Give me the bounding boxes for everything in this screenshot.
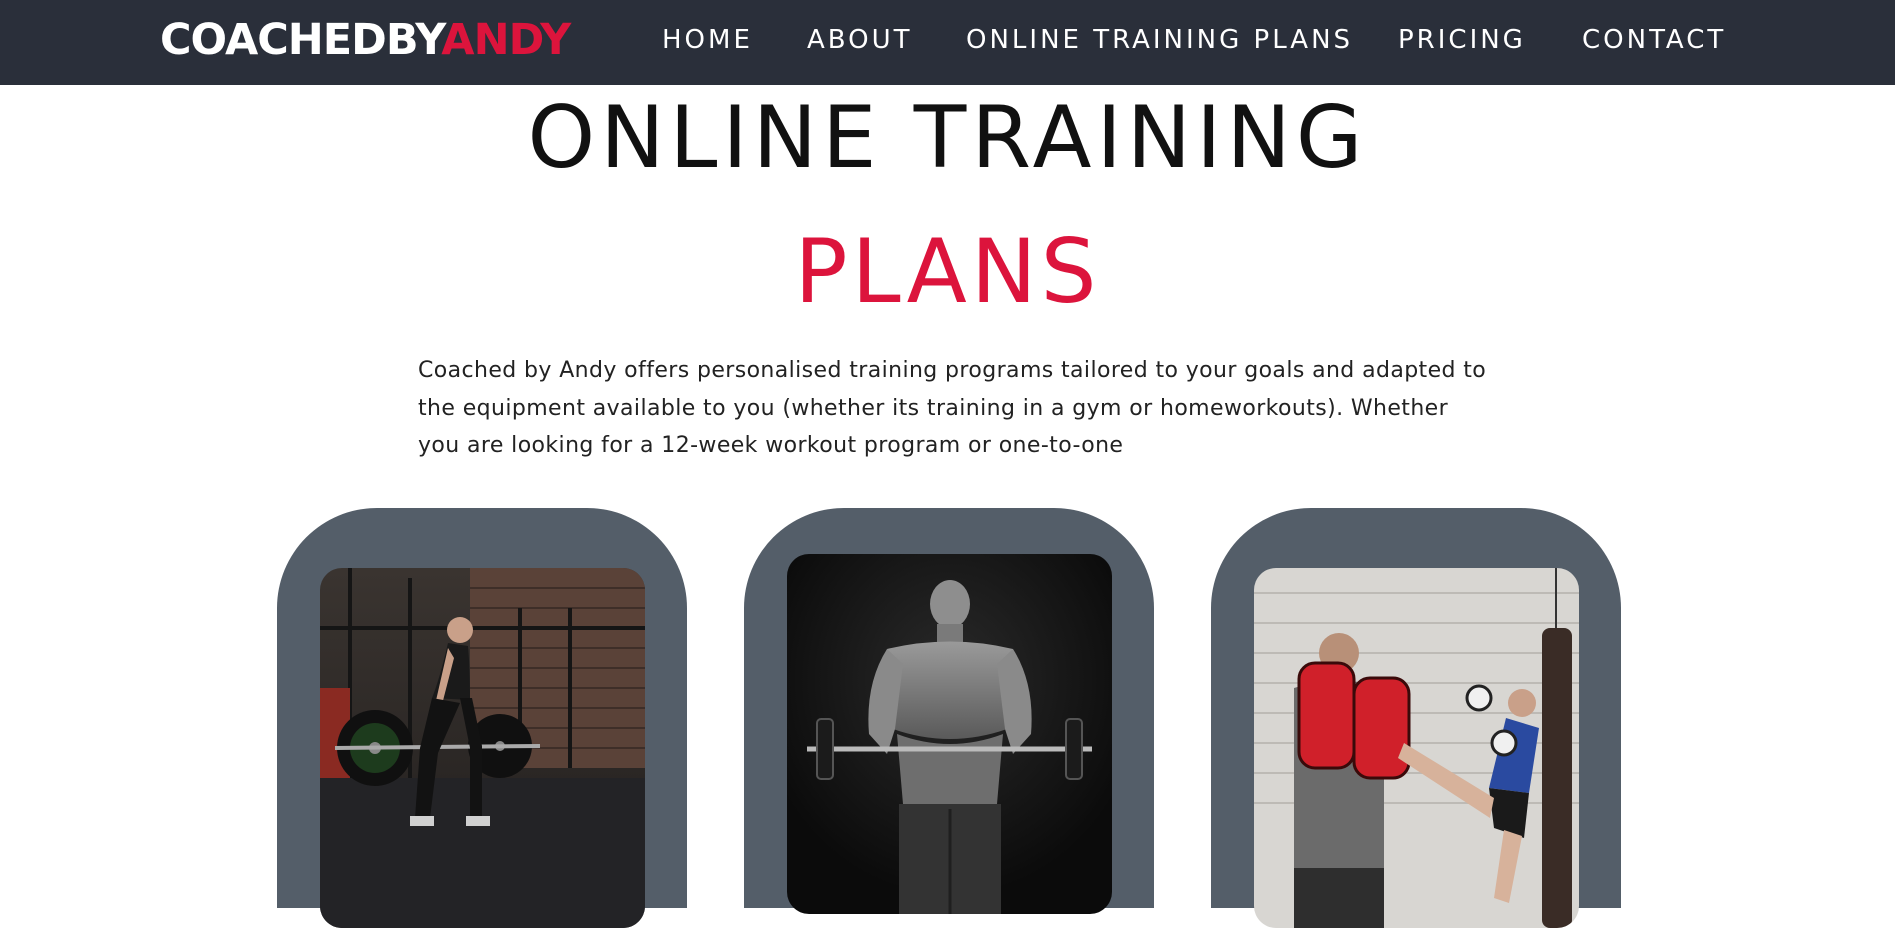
page-title: ONLINE TRAINING	[527, 88, 1368, 188]
top-navbar: COACHEDBYANDY HOME ABOUT ONLINE TRAINING…	[0, 0, 1895, 85]
woman-deadlift-photo	[320, 568, 645, 928]
logo-main: COACHEDBY	[160, 15, 442, 65]
nav-online-training-plans-link[interactable]: ONLINE TRAINING PLANS	[966, 25, 1353, 55]
logo-accent: ANDY	[441, 15, 571, 65]
nav-contact-link[interactable]: CONTACT	[1582, 25, 1726, 55]
plan-card-1[interactable]	[277, 508, 687, 928]
plan-card-3[interactable]	[1211, 508, 1621, 928]
nav-about-link[interactable]: ABOUT	[807, 25, 913, 55]
plan-card-2[interactable]	[744, 508, 1154, 914]
page-title-accent: PLANS	[794, 220, 1101, 323]
nav-home-link[interactable]: HOME	[662, 25, 753, 55]
kickboxing-pads-photo	[1254, 568, 1579, 928]
site-logo[interactable]: COACHEDBYANDY	[160, 15, 571, 65]
intro-paragraph: Coached by Andy offers personalised trai…	[418, 358, 1487, 458]
nav-pricing-link[interactable]: PRICING	[1398, 25, 1526, 55]
man-barbell-curl-photo	[787, 554, 1112, 914]
